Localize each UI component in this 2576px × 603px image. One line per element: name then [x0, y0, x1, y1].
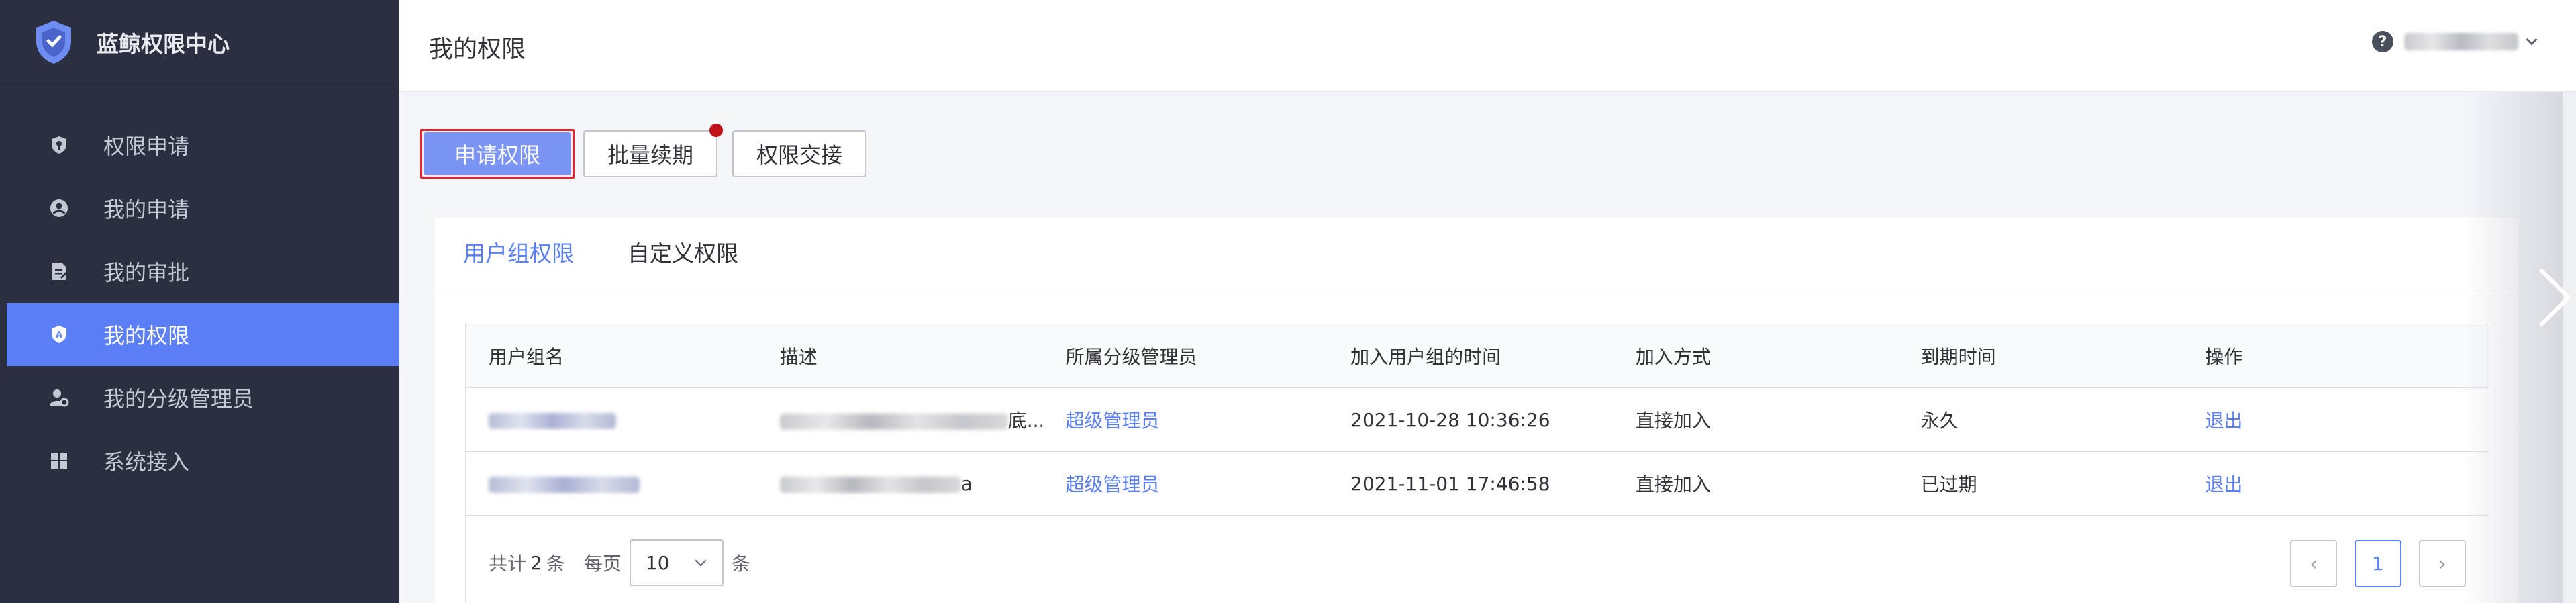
page-buttons: ‹ 1 › — [2273, 540, 2466, 587]
apply-button-highlight: 申请权限 — [420, 129, 575, 179]
permissions-table: 用户组名 描述 所属分级管理员 加入用户组的时间 加入方式 到期时间 操作 底.… — [465, 324, 2489, 603]
shield-logo-icon — [36, 21, 71, 64]
chevron-left-icon: ‹ — [2310, 552, 2318, 575]
page-size-value: 10 — [645, 551, 670, 574]
chevron-right-icon: › — [2438, 552, 2446, 575]
total-prefix: 共计 — [489, 553, 527, 575]
vertical-scrollbar[interactable] — [2563, 92, 2576, 603]
group-name-cell[interactable] — [466, 409, 757, 431]
table-row: a 超级管理员 2021-11-01 17:46:58 直接加入 已过期 退出 — [466, 452, 2489, 516]
join-method-cell: 直接加入 — [1635, 473, 1711, 496]
username-redacted — [2404, 33, 2518, 50]
column-header: 用户组名 — [489, 346, 564, 368]
group-name-redacted — [489, 412, 616, 429]
shield-a-icon: A — [48, 324, 70, 345]
sidebar-nav: 权限申请 我的申请 我的审批 A 我的权限 我的分级管理员 系统接入 — [0, 113, 399, 492]
sidebar-item-label: 我的权限 — [103, 323, 190, 349]
sidebar-item-system-access[interactable]: 系统接入 — [7, 429, 399, 492]
sidebar-item-my-requests[interactable]: 我的申请 — [7, 177, 399, 240]
document-edit-icon — [48, 261, 70, 282]
grade-admin-link[interactable]: 超级管理员 — [1042, 470, 1328, 497]
chevron-down-icon — [2526, 34, 2538, 46]
apply-permission-button[interactable]: 申请权限 — [424, 132, 571, 175]
column-header: 加入方式 — [1635, 346, 1711, 368]
description-tail: 底... — [1007, 410, 1043, 432]
table-row: 底... 超级管理员 2021-10-28 10:36:26 直接加入 永久 退… — [466, 388, 2489, 452]
page-size-select[interactable]: 10 — [629, 539, 724, 586]
sidebar-item-my-approvals[interactable]: 我的审批 — [7, 240, 399, 303]
prev-page-button[interactable]: ‹ — [2290, 540, 2337, 587]
description-cell: 底... — [757, 406, 1043, 433]
batch-renew-label: 批量续期 — [607, 142, 694, 168]
brand-title: 蓝鲸权限中心 — [97, 31, 230, 57]
sidebar-item-permission-apply[interactable]: 权限申请 — [7, 113, 399, 177]
column-header: 到期时间 — [1920, 346, 1996, 368]
shield-key-icon — [48, 134, 70, 156]
sidebar: 蓝鲸权限中心 权限申请 我的申请 我的审批 A 我的权限 我的分级管理员 系统接… — [0, 0, 399, 603]
tabs: 用户组权限 自定义权限 — [435, 218, 2518, 291]
description-cell: a — [757, 473, 1043, 495]
quit-link[interactable]: 退出 — [2182, 406, 2489, 433]
group-name-redacted — [489, 476, 640, 493]
user-menu[interactable]: ? — [2372, 31, 2538, 52]
join-method-cell: 直接加入 — [1635, 410, 1711, 432]
sidebar-item-label: 我的分级管理员 — [103, 386, 254, 412]
permissions-card: 用户组权限 自定义权限 用户组名 描述 所属分级管理员 加入用户组的时间 加入方… — [435, 218, 2518, 603]
join-time-cell: 2021-11-01 17:46:58 — [1350, 472, 1550, 495]
page-number-button[interactable]: 1 — [2355, 540, 2401, 587]
column-header: 加入用户组的时间 — [1350, 346, 1501, 368]
tab-user-group-permission[interactable]: 用户组权限 — [463, 236, 574, 291]
expire-time-cell: 已过期 — [1920, 473, 1977, 496]
sidebar-item-label: 系统接入 — [103, 449, 190, 475]
join-time-cell: 2021-10-28 10:36:26 — [1350, 408, 1550, 431]
brand: 蓝鲸权限中心 — [0, 0, 399, 85]
top-header: 我的权限 ? — [399, 0, 2576, 92]
help-icon[interactable]: ? — [2372, 31, 2393, 52]
notification-dot — [709, 124, 724, 137]
user-gear-icon — [48, 387, 70, 408]
page-title: 我的权限 — [429, 36, 526, 63]
quit-link[interactable]: 退出 — [2182, 470, 2489, 497]
sidebar-item-label: 我的审批 — [103, 260, 190, 285]
right-edge-overlay — [2462, 92, 2576, 603]
description-redacted — [779, 414, 1008, 430]
column-header: 描述 — [779, 346, 818, 368]
grade-admin-link[interactable]: 超级管理员 — [1042, 406, 1328, 433]
tab-custom-permission[interactable]: 自定义权限 — [628, 236, 738, 291]
column-header: 所属分级管理员 — [1065, 346, 1197, 368]
chevron-down-icon — [695, 555, 707, 567]
batch-renew-button[interactable]: 批量续期 — [583, 124, 724, 177]
group-name-cell[interactable] — [466, 473, 757, 495]
pagination: 共计 2 条 每页 10 条 ‹ 1 › — [466, 516, 2489, 603]
sidebar-item-label: 我的申请 — [103, 197, 190, 222]
sidebar-item-my-permissions[interactable]: A 我的权限 — [7, 303, 399, 366]
per-page-suffix: 条 — [731, 553, 750, 575]
table-header: 用户组名 描述 所属分级管理员 加入用户组的时间 加入方式 到期时间 操作 — [466, 324, 2489, 388]
column-header: 操作 — [2205, 346, 2243, 368]
expire-time-cell: 永久 — [1920, 410, 1959, 432]
user-circle-icon — [48, 197, 70, 219]
grid-icon — [48, 450, 70, 471]
next-page-button[interactable]: › — [2419, 540, 2466, 587]
description-tail: a — [960, 472, 973, 495]
svg-text:A: A — [56, 330, 62, 340]
sidebar-item-grade-admin[interactable]: 我的分级管理员 — [7, 366, 399, 429]
total-count: 2 — [530, 551, 542, 574]
permission-handover-button[interactable]: 权限交接 — [732, 130, 867, 177]
sidebar-item-label: 权限申请 — [103, 134, 190, 159]
per-page-label: 每页 — [583, 553, 622, 575]
action-toolbar: 申请权限 批量续期 权限交接 — [420, 124, 881, 179]
description-redacted — [779, 476, 961, 493]
total-suffix: 条 — [546, 553, 565, 575]
